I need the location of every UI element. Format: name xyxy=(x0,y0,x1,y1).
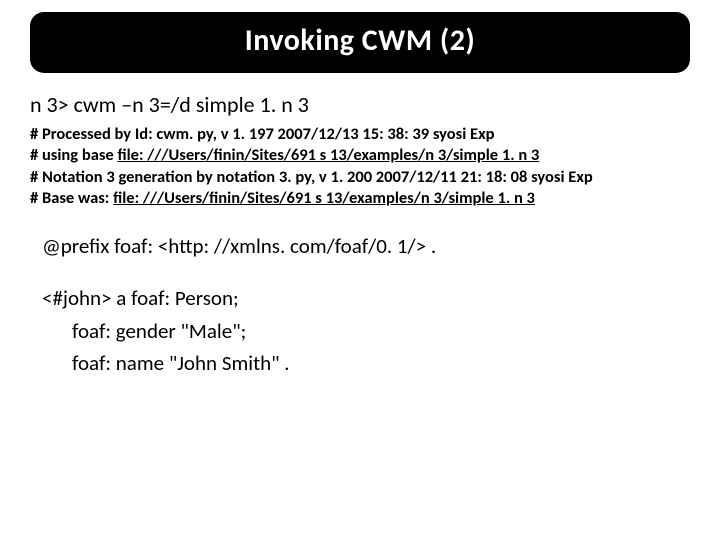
comment-2: # using base file: ///Users/finin/Sites/… xyxy=(30,145,690,166)
rdf-block: @prefix foaf: <http: //xmlns. com/foaf/0… xyxy=(42,230,678,380)
rdf-line-3: foaf: name "John Smith" . xyxy=(42,347,678,380)
command-line: n 3> cwm –n 3=/d simple 1. n 3 xyxy=(30,91,690,118)
comment-3: # Notation 3 generation by notation 3. p… xyxy=(30,167,690,188)
rdf-line-1: <#john> a foaf: Person; xyxy=(42,282,678,315)
comment-4-link: file: ///Users/finin/Sites/691 s 13/exam… xyxy=(113,188,535,208)
comment-1: # Processed by Id: cwm. py, v 1. 197 200… xyxy=(30,124,690,145)
comments-block: # Processed by Id: cwm. py, v 1. 197 200… xyxy=(30,124,690,210)
comment-4: # Base was: file: ///Users/finin/Sites/6… xyxy=(30,188,690,209)
slide: Invoking CWM (2) n 3> cwm –n 3=/d simple… xyxy=(0,0,720,540)
rdf-line-2: foaf: gender "Male"; xyxy=(42,315,678,348)
comment-4-pre: # Base was: xyxy=(30,188,113,208)
title-bar: Invoking CWM (2) xyxy=(30,12,690,73)
slide-title: Invoking CWM (2) xyxy=(48,22,672,59)
rdf-prefix: @prefix foaf: <http: //xmlns. com/foaf/0… xyxy=(42,230,678,263)
comment-2-pre: # using base xyxy=(30,145,117,165)
comment-2-link: file: ///Users/finin/Sites/691 s 13/exam… xyxy=(117,145,539,165)
